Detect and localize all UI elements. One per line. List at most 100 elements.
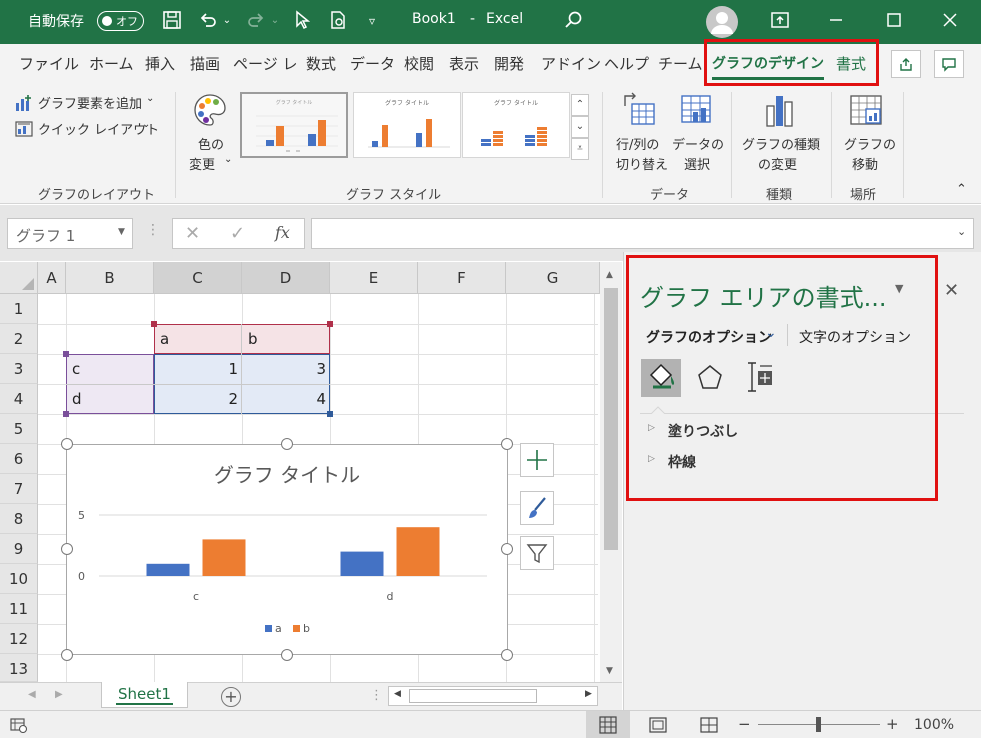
column-header[interactable]: E	[330, 262, 418, 294]
user-avatar-icon[interactable]	[706, 6, 738, 38]
h-scroll-thumb[interactable]	[409, 689, 537, 703]
tab-team[interactable]: チーム	[658, 53, 703, 74]
tab-addins[interactable]: アドイン	[541, 53, 601, 74]
cell-c4[interactable]: 2	[154, 384, 242, 414]
row-header[interactable]: 11	[0, 594, 38, 624]
change-colors-button[interactable]: 色の 変更 ⌄	[186, 90, 234, 180]
row-header[interactable]: 5	[0, 414, 38, 444]
tab-file[interactable]: ファイル	[19, 53, 79, 74]
scroll-up-icon[interactable]: ▲	[606, 270, 613, 280]
tab-developer[interactable]: 開発	[494, 53, 524, 74]
zoom-slider-thumb[interactable]	[816, 717, 821, 732]
chart-style-3[interactable]: グラフ タイトル	[462, 92, 570, 158]
tab-view[interactable]: 表示	[449, 53, 479, 74]
resize-handle[interactable]	[61, 649, 73, 661]
qat-customize-icon[interactable]: ▿	[365, 10, 379, 32]
add-chart-element-button[interactable]: グラフ要素を追加 ⌄	[14, 92, 164, 114]
search-icon[interactable]	[562, 10, 586, 36]
cell-c2[interactable]: a	[156, 324, 242, 354]
chart-legend[interactable]: ab	[265, 622, 310, 635]
styles-more-button[interactable]: ⩡	[571, 138, 589, 160]
page-break-view-icon[interactable]	[699, 717, 719, 733]
resize-handle[interactable]	[501, 438, 513, 450]
tab-data[interactable]: データ	[350, 53, 395, 74]
tab-review[interactable]: 校閲	[404, 53, 434, 74]
save-icon[interactable]	[160, 10, 184, 36]
undo-dropdown-icon[interactable]: ⌄	[221, 10, 233, 32]
row-header[interactable]: 13	[0, 654, 38, 682]
close-window-icon[interactable]	[938, 10, 962, 36]
sheet-tab-sheet1[interactable]: Sheet1	[101, 682, 188, 708]
print-preview-icon[interactable]	[327, 10, 349, 36]
select-data-button[interactable]: データの 選択	[672, 90, 724, 180]
insert-function-button[interactable]: fx	[275, 223, 290, 242]
redo-dropdown-icon[interactable]: ⌄	[269, 10, 281, 32]
horizontal-scrollbar[interactable]: ◀ ▶	[388, 686, 598, 706]
scroll-right-icon[interactable]: ▶	[585, 689, 592, 699]
tab-formulas[interactable]: 数式	[306, 53, 336, 74]
normal-view-button[interactable]	[586, 711, 630, 738]
tab-page-layout[interactable]: ページ レ	[233, 53, 297, 74]
move-chart-button[interactable]: グラフの 移動	[840, 90, 896, 180]
tab-help[interactable]: ヘルプ	[604, 53, 649, 74]
bar-a-c[interactable]	[146, 563, 190, 576]
resize-handle[interactable]	[281, 438, 293, 450]
tab-home[interactable]: ホーム	[89, 53, 134, 74]
cell-b4[interactable]: d	[68, 384, 154, 414]
resize-handle[interactable]	[501, 543, 513, 555]
column-header[interactable]: G	[506, 262, 600, 294]
switch-row-column-button[interactable]: 行/列の 切り替え	[612, 90, 670, 180]
name-box-dropdown-icon[interactable]: ▼	[118, 227, 125, 237]
scroll-down-icon[interactable]: ▼	[606, 666, 613, 676]
bar-b-c[interactable]	[202, 539, 246, 576]
next-sheet-icon[interactable]: ▶	[55, 689, 63, 700]
tab-draw[interactable]: 描画	[190, 53, 220, 74]
resize-handle[interactable]	[61, 438, 73, 450]
chart-styles-button[interactable]	[520, 491, 554, 525]
formula-input[interactable]: ⌄	[311, 218, 974, 249]
cell-b3[interactable]: c	[68, 354, 154, 384]
scroll-left-icon[interactable]: ◀	[394, 689, 401, 699]
row-header[interactable]: 4	[0, 384, 38, 414]
autosave-toggle[interactable]: オフ	[97, 11, 144, 31]
chart-filters-button[interactable]	[520, 536, 554, 570]
bar-a-d[interactable]	[340, 551, 384, 576]
chart-title[interactable]: グラフ タイトル	[214, 463, 360, 487]
column-header[interactable]: B	[66, 262, 154, 294]
expand-formula-icon[interactable]: ⌄	[957, 225, 966, 238]
chart-elements-button[interactable]	[520, 443, 554, 477]
zoom-level[interactable]: 100%	[914, 717, 954, 733]
row-header[interactable]: 12	[0, 624, 38, 654]
page-layout-view-icon[interactable]	[648, 717, 668, 733]
tab-split-icon[interactable]: ⋮	[370, 688, 383, 703]
comments-button[interactable]	[934, 50, 964, 78]
chart-style-1[interactable]: グラフ タイトル	[240, 92, 348, 158]
ribbon-display-options-icon[interactable]	[768, 10, 792, 36]
prev-sheet-icon[interactable]: ◀	[28, 689, 36, 700]
chart-style-2[interactable]: グラフ タイトル	[353, 92, 461, 158]
row-header[interactable]: 1	[0, 294, 38, 324]
resize-handle[interactable]	[501, 649, 513, 661]
resize-handle[interactable]	[281, 649, 293, 661]
bar-b-d[interactable]	[396, 527, 440, 576]
cell-d2[interactable]: b	[244, 324, 330, 354]
styles-scroll-down-button[interactable]: ⌄	[571, 116, 589, 138]
change-chart-type-button[interactable]: グラフの種類 の変更	[740, 90, 822, 180]
maximize-icon[interactable]	[882, 10, 906, 36]
row-header[interactable]: 2	[0, 324, 38, 354]
column-header[interactable]: C	[154, 262, 242, 294]
row-header[interactable]: 3	[0, 354, 38, 384]
cell-c3[interactable]: 1	[154, 354, 242, 384]
share-button[interactable]	[891, 50, 921, 78]
vertical-scrollbar[interactable]: ▲ ▼	[600, 262, 622, 682]
row-header[interactable]: 10	[0, 564, 38, 594]
zoom-in-button[interactable]: +	[886, 715, 899, 733]
name-box[interactable]: グラフ 1 ▼	[7, 218, 133, 249]
column-header[interactable]: F	[418, 262, 506, 294]
enter-icon[interactable]: ✓	[230, 223, 245, 244]
row-header[interactable]: 6	[0, 444, 38, 474]
quick-layout-button[interactable]: クイック レイアウト ⌄	[14, 118, 164, 140]
row-header[interactable]: 7	[0, 474, 38, 504]
select-all-corner[interactable]	[0, 262, 38, 294]
select-cursor-icon[interactable]	[292, 10, 312, 36]
